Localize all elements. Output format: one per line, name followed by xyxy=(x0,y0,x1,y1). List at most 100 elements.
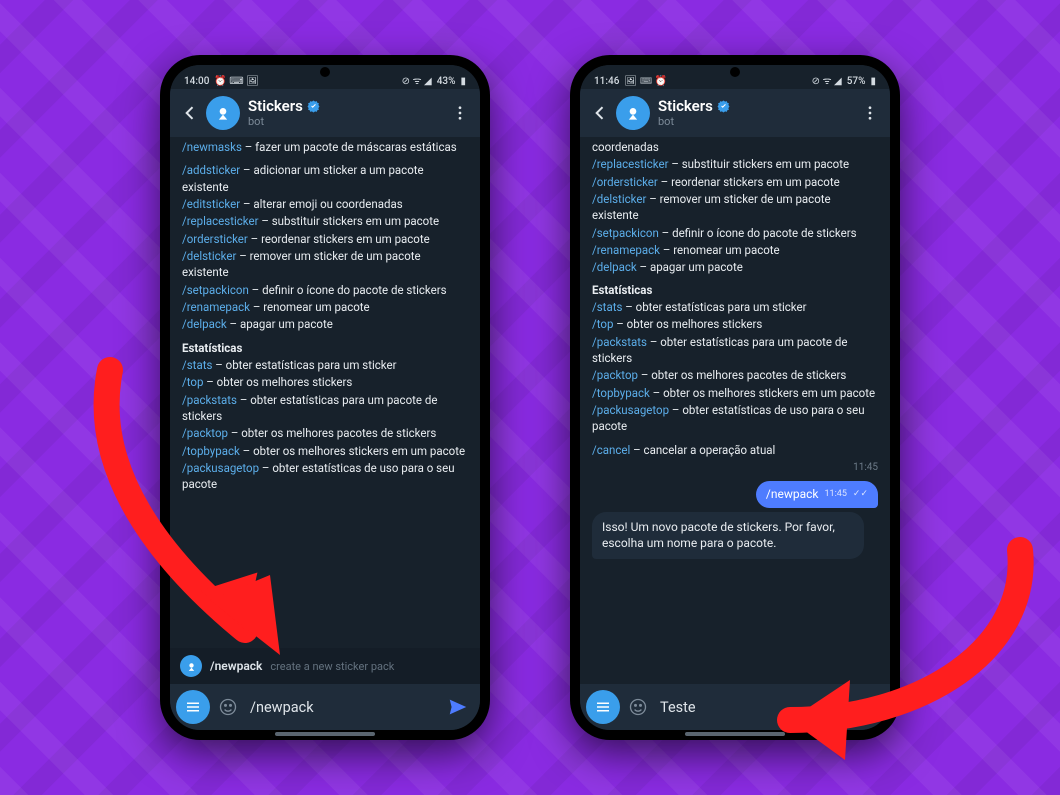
command-line: /topbypack – obter os melhores stickers … xyxy=(182,443,468,459)
command-link[interactable]: /packstats xyxy=(592,335,647,349)
message-time: 11:45 xyxy=(853,461,878,475)
battery-icon: ▮ xyxy=(870,77,876,87)
command-link[interactable]: /delpack xyxy=(592,260,637,274)
command-line: /newmasks – fazer um pacote de máscaras … xyxy=(182,139,468,155)
command-link[interactable]: /topbypack xyxy=(182,444,240,458)
command-line: /ordersticker – reordenar stickers em um… xyxy=(182,231,468,247)
sent-message[interactable]: /newpack 11:45 ✓✓ xyxy=(756,481,878,508)
status-battery: 43% xyxy=(437,76,456,87)
command-link[interactable]: /packstats xyxy=(182,393,237,407)
commands-menu-button[interactable] xyxy=(176,690,210,724)
emoji-button[interactable] xyxy=(214,693,242,721)
verified-icon xyxy=(307,100,320,113)
command-link[interactable]: /ordersticker xyxy=(182,232,248,246)
command-line: /packtop – obter os melhores pacotes de … xyxy=(182,425,468,441)
command-link[interactable]: /addsticker xyxy=(182,163,240,177)
command-link[interactable]: /replacesticker xyxy=(182,214,259,228)
phone-right-screen: 11:46 🖼 ⌨ ⏰ ⊘ ᯤ ◢ 57% ▮ xyxy=(580,65,890,730)
command-link[interactable]: /packusagetop xyxy=(592,403,669,417)
command-line: /setpackicon – definir o ícone do pacote… xyxy=(182,282,468,298)
chat-title: Stickers xyxy=(248,97,303,115)
command-line: /editsticker – alterar emoji ou coordena… xyxy=(182,196,468,212)
command-link[interactable]: /packtop xyxy=(182,426,228,440)
command-link[interactable]: /topbypack xyxy=(592,386,650,400)
command-link[interactable]: /replacesticker xyxy=(592,157,669,171)
command-link[interactable]: /cancel xyxy=(592,443,630,457)
command-link[interactable]: /delpack xyxy=(182,317,227,331)
chat-avatar[interactable] xyxy=(616,96,650,130)
message-bubble: coordenadas/replacesticker – substituir … xyxy=(592,139,878,459)
command-line: /top – obter os melhores stickers xyxy=(182,374,468,390)
send-button[interactable] xyxy=(442,691,474,723)
message-input[interactable]: Teste xyxy=(656,699,848,716)
chat-title-block[interactable]: Stickers bot xyxy=(248,97,446,128)
message-input[interactable]: /newpack xyxy=(246,699,438,716)
command-line: /delsticker – remover um sticker de um p… xyxy=(182,248,468,281)
chat-subtitle: bot xyxy=(248,115,446,128)
chat-body[interactable]: /newmasks – fazer um pacote de máscaras … xyxy=(170,137,480,648)
command-line: /setpackicon – definir o ícone do pacote… xyxy=(592,225,878,241)
emoji-button[interactable] xyxy=(624,693,652,721)
verified-icon xyxy=(717,100,730,113)
suggestion-avatar xyxy=(180,655,202,677)
command-line: /replacesticker – substituir stickers em… xyxy=(592,156,878,172)
more-menu-button[interactable] xyxy=(446,97,474,129)
command-link[interactable]: /delsticker xyxy=(182,249,236,263)
phones-row: 14:00 ⏰ ⌨ 🖼 ⊘ ᯤ ◢ 43% ▮ xyxy=(0,0,1060,795)
command-link[interactable]: /packtop xyxy=(592,368,638,382)
status-battery: 57% xyxy=(847,76,866,87)
chat-title: Stickers xyxy=(658,97,713,115)
command-link[interactable]: /packusagetop xyxy=(182,461,259,475)
command-link[interactable]: /setpackicon xyxy=(592,226,659,240)
chat-header: Stickers bot xyxy=(170,89,480,137)
suggestion-command: /newpack xyxy=(210,659,262,673)
command-line: /packusagetop – obter estatísticas de us… xyxy=(592,402,878,435)
section-heading: Estatísticas xyxy=(182,340,468,356)
back-button[interactable] xyxy=(174,97,206,129)
command-link[interactable]: /delsticker xyxy=(592,192,646,206)
command-link[interactable]: /stats xyxy=(592,300,622,314)
command-line: /ordersticker – reordenar stickers em um… xyxy=(592,174,878,190)
back-button[interactable] xyxy=(584,97,616,129)
status-wifi-icon: ⊘ ᯤ ◢ xyxy=(812,77,842,87)
command-line: /packusagetop – obter estatísticas de us… xyxy=(182,460,468,493)
chat-header: Stickers bot xyxy=(580,89,890,137)
section-heading: Estatísticas xyxy=(592,282,878,298)
command-line: /topbypack – obter os melhores stickers … xyxy=(592,385,878,401)
command-line: /renamepack – renomear um pacote xyxy=(592,242,878,258)
command-line: /renamepack – renomear um pacote xyxy=(182,299,468,315)
command-link[interactable]: /editsticker xyxy=(182,197,240,211)
sent-checks-icon: ✓✓ xyxy=(853,488,868,501)
received-message[interactable]: Isso! Um novo pacote de stickers. Por fa… xyxy=(592,512,864,558)
chat-title-block[interactable]: Stickers bot xyxy=(658,97,856,128)
command-link[interactable]: /top xyxy=(592,317,613,331)
status-time: 14:00 xyxy=(184,76,209,87)
command-line: /stats – obter estatísticas para um stic… xyxy=(182,357,468,373)
command-link[interactable]: /newmasks xyxy=(182,140,242,154)
nav-pill xyxy=(685,732,785,736)
command-link[interactable]: /top xyxy=(182,375,203,389)
command-line: /replacesticker – substituir stickers em… xyxy=(182,213,468,229)
command-link[interactable]: /renamepack xyxy=(592,243,660,257)
command-line: /packstats – obter estatísticas para um … xyxy=(592,334,878,367)
command-line: coordenadas xyxy=(592,139,878,155)
command-link[interactable]: /setpackicon xyxy=(182,283,249,297)
command-link[interactable]: /stats xyxy=(182,358,212,372)
suggestion-description: create a new sticker pack xyxy=(270,660,394,673)
command-suggestion[interactable]: /newpack create a new sticker pack xyxy=(170,648,480,684)
command-line: /top – obter os melhores stickers xyxy=(592,316,878,332)
command-line: /packtop – obter os melhores pacotes de … xyxy=(592,367,878,383)
command-line: /delpack – apagar um pacote xyxy=(182,316,468,332)
commands-menu-button[interactable] xyxy=(586,690,620,724)
chat-avatar[interactable] xyxy=(206,96,240,130)
command-link[interactable]: /ordersticker xyxy=(592,175,658,189)
phone-left: 14:00 ⏰ ⌨ 🖼 ⊘ ᯤ ◢ 43% ▮ xyxy=(160,55,490,740)
send-button[interactable] xyxy=(852,691,884,723)
sent-time: 11:45 xyxy=(824,488,846,501)
command-line: /delpack – apagar um pacote xyxy=(592,259,878,275)
more-menu-button[interactable] xyxy=(856,97,884,129)
chat-body[interactable]: coordenadas/replacesticker – substituir … xyxy=(580,137,890,684)
command-link[interactable]: /renamepack xyxy=(182,300,250,314)
message-bubble: /newmasks – fazer um pacote de máscaras … xyxy=(170,139,480,648)
front-camera xyxy=(320,67,330,77)
